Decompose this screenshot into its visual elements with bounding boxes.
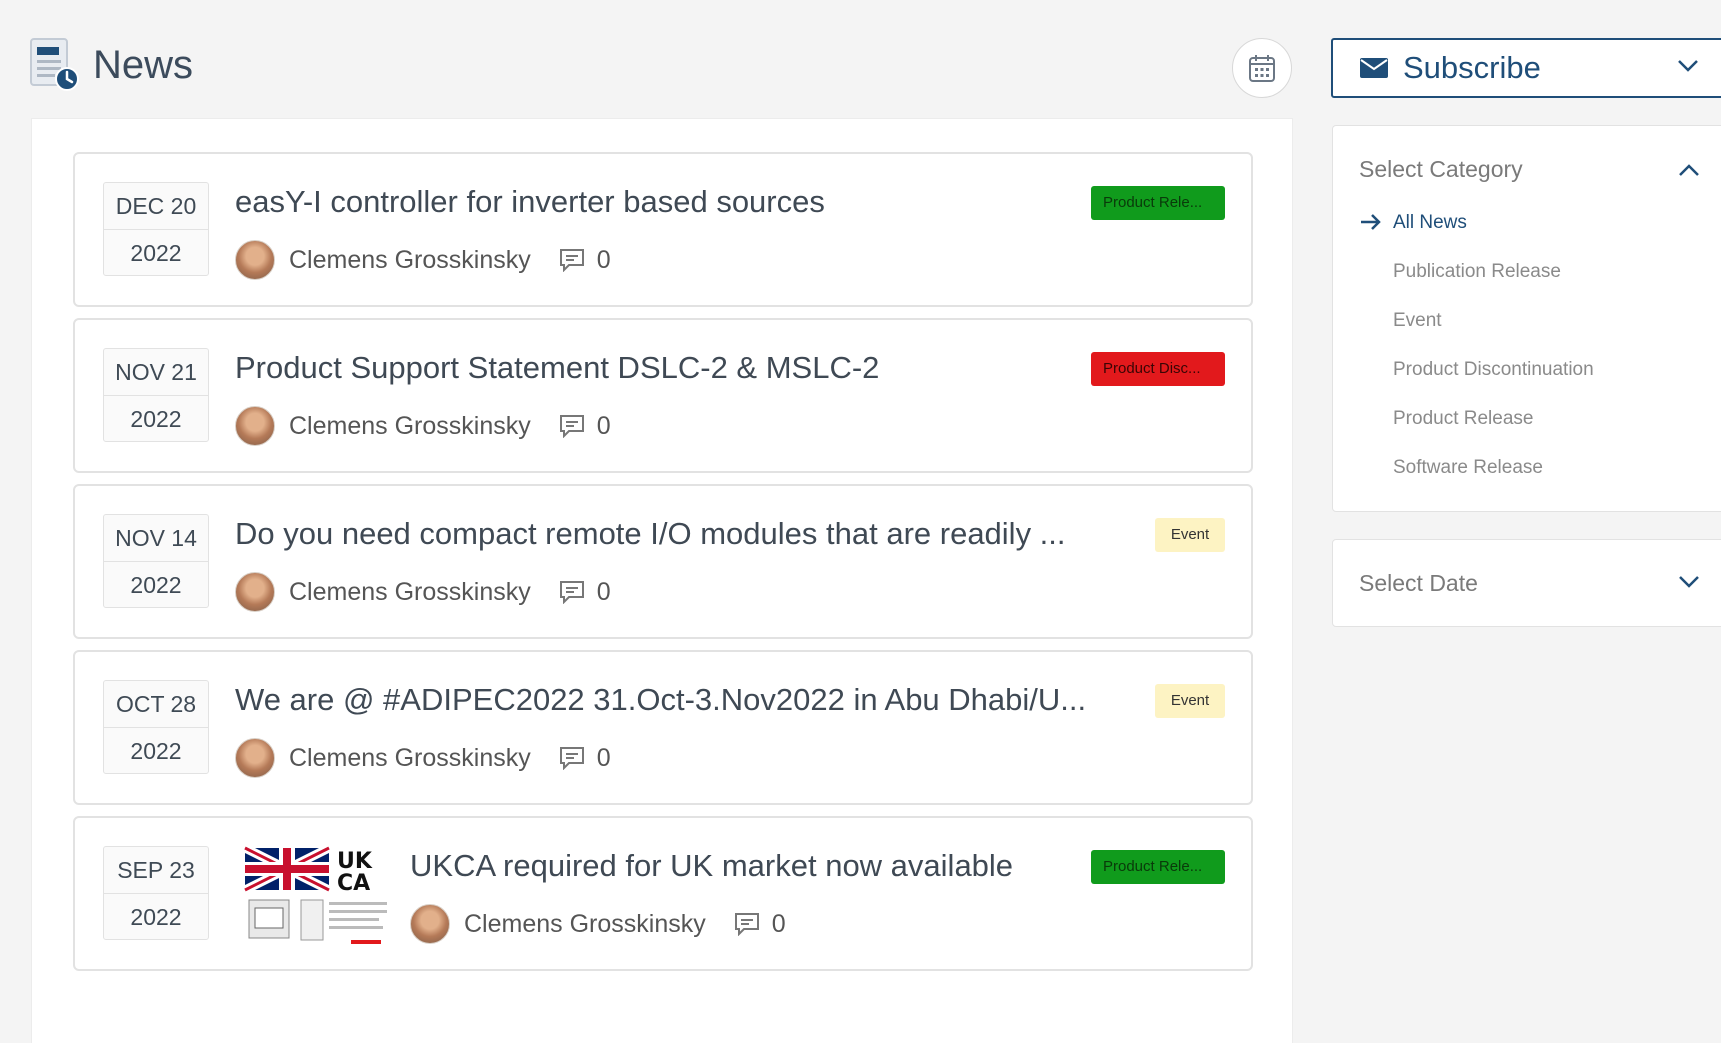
comment-count: 0 <box>771 909 786 938</box>
date-month-day: OCT 28 <box>104 681 208 728</box>
author-name[interactable]: Clemens Grosskinsky <box>289 578 531 607</box>
date-year: 2022 <box>130 904 182 930</box>
chevron-up-icon[interactable] <box>1678 162 1700 178</box>
calendar-button[interactable] <box>1232 38 1292 98</box>
category-filter: Select Category All News Publication Rel… <box>1332 125 1721 512</box>
comment-icon <box>559 581 584 604</box>
date-filter[interactable]: Select Date <box>1332 539 1721 627</box>
category-badge: Product Rele... <box>1091 186 1225 220</box>
news-list: DEC 20 2022 easY-I controller for invert… <box>31 118 1293 1043</box>
news-page: News Subscribe DEC 20 2022 easY-I contro… <box>7 5 1721 1043</box>
category-item-product-release[interactable]: Product Release <box>1393 408 1533 430</box>
comment-count: 0 <box>596 577 611 606</box>
author-name[interactable]: Clemens Grosskinsky <box>289 744 531 773</box>
avatar <box>235 738 275 778</box>
date-year: 2022 <box>130 572 182 598</box>
comment-icon <box>734 913 759 936</box>
news-meta: Clemens Grosskinsky 0 <box>410 902 786 946</box>
news-title-link[interactable]: Product Support Statement DSLC-2 & MSLC-… <box>235 350 1095 386</box>
comment-icon <box>559 415 584 438</box>
subscribe-label: Subscribe <box>1403 50 1541 85</box>
news-card[interactable]: NOV 14 2022 Do you need compact remote I… <box>73 484 1253 639</box>
date-month-day: NOV 14 <box>104 515 208 562</box>
category-item-event[interactable]: Event <box>1393 310 1442 332</box>
news-title-link[interactable]: Do you need compact remote I/O modules t… <box>235 516 1095 552</box>
author-name[interactable]: Clemens Grosskinsky <box>289 412 531 441</box>
news-card[interactable]: SEP 23 2022 UK CA UKCA required for UK m… <box>73 816 1253 971</box>
news-card[interactable]: DEC 20 2022 easY-I controller for invert… <box>73 152 1253 307</box>
news-header: News <box>29 37 193 93</box>
news-thumbnail[interactable]: UK CA <box>241 840 401 950</box>
category-badge: Product Disc... <box>1091 352 1225 386</box>
avatar <box>235 240 275 280</box>
date-box: DEC 20 2022 <box>103 182 209 276</box>
thumb-ukca-text: UK CA <box>337 849 373 896</box>
date-month-day: SEP 23 <box>104 847 208 894</box>
news-title-link[interactable]: We are @ #ADIPEC2022 31.Oct-3.Nov2022 in… <box>235 682 1095 718</box>
date-year: 2022 <box>130 240 182 266</box>
category-item-publication-release[interactable]: Publication Release <box>1393 261 1561 283</box>
date-year: 2022 <box>130 738 182 764</box>
category-item-software-release[interactable]: Software Release <box>1393 457 1543 479</box>
date-box: SEP 23 2022 <box>103 846 209 940</box>
avatar <box>410 904 450 944</box>
news-meta: Clemens Grosskinsky 0 <box>235 404 611 448</box>
avatar <box>235 572 275 612</box>
date-year: 2022 <box>130 406 182 432</box>
news-meta: Clemens Grosskinsky 0 <box>235 238 611 282</box>
page-title: News <box>93 42 194 87</box>
arrow-right-icon <box>1361 214 1381 230</box>
news-card[interactable]: NOV 21 2022 Product Support Statement DS… <box>73 318 1253 473</box>
news-title-link[interactable]: UKCA required for UK market now availabl… <box>410 848 1020 884</box>
category-badge: Event <box>1155 684 1225 718</box>
envelope-icon <box>1360 58 1388 78</box>
category-item-all-news[interactable]: All News <box>1393 212 1467 234</box>
calendar-icon <box>1249 55 1275 82</box>
date-heading[interactable]: Select Date <box>1359 570 1478 597</box>
category-item-product-discontinuation[interactable]: Product Discontinuation <box>1393 359 1594 381</box>
category-badge: Event <box>1155 518 1225 552</box>
date-box: OCT 28 2022 <box>103 680 209 774</box>
news-card[interactable]: OCT 28 2022 We are @ #ADIPEC2022 31.Oct-… <box>73 650 1253 805</box>
author-name[interactable]: Clemens Grosskinsky <box>289 246 531 275</box>
category-badge: Product Rele... <box>1091 850 1225 884</box>
avatar <box>235 406 275 446</box>
news-meta: Clemens Grosskinsky 0 <box>235 736 611 780</box>
comment-icon <box>559 747 584 770</box>
chevron-down-icon[interactable] <box>1678 574 1700 590</box>
comment-count: 0 <box>596 411 611 440</box>
category-heading[interactable]: Select Category <box>1359 156 1523 183</box>
comment-count: 0 <box>596 245 611 274</box>
news-clock-icon <box>29 37 81 93</box>
date-month-day: NOV 21 <box>104 349 208 396</box>
subscribe-button[interactable]: Subscribe <box>1331 38 1721 98</box>
date-box: NOV 21 2022 <box>103 348 209 442</box>
comment-icon <box>559 249 584 272</box>
news-meta: Clemens Grosskinsky 0 <box>235 570 611 614</box>
comment-count: 0 <box>596 743 611 772</box>
chevron-down-icon <box>1678 60 1698 72</box>
date-month-day: DEC 20 <box>104 183 208 230</box>
news-title-link[interactable]: easY-I controller for inverter based sou… <box>235 184 1095 220</box>
author-name[interactable]: Clemens Grosskinsky <box>464 910 706 939</box>
date-box: NOV 14 2022 <box>103 514 209 608</box>
